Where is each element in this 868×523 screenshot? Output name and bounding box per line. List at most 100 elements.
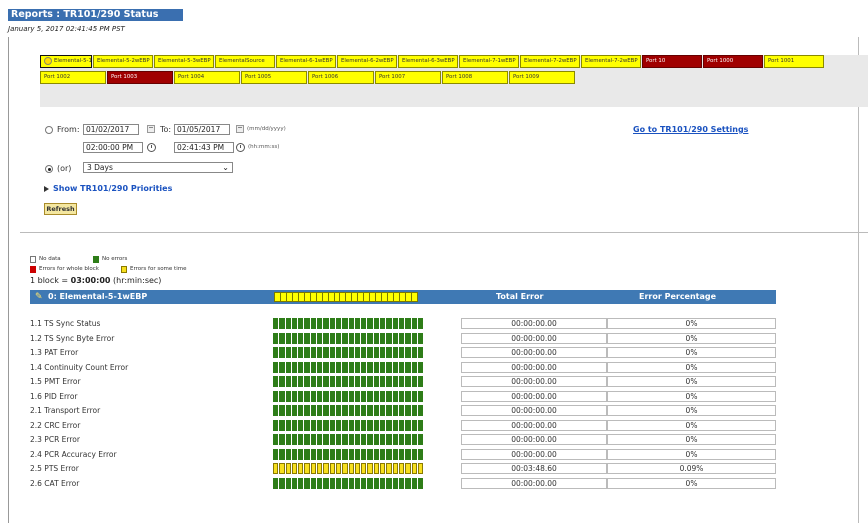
timeline-block[interactable] (304, 448, 310, 460)
timeline-block[interactable] (291, 463, 298, 474)
timeline-block[interactable] (380, 419, 386, 431)
timeline-block[interactable] (398, 434, 405, 445)
timeline-block[interactable] (273, 405, 279, 416)
timeline-block[interactable] (405, 477, 411, 489)
timeline-block[interactable] (310, 463, 317, 474)
from-time-input[interactable]: 02:00:00 PM (83, 142, 143, 153)
stream-chip[interactable]: Elemental-7-2wEBP (581, 55, 641, 68)
timeline-block[interactable] (392, 390, 398, 402)
timeline-block[interactable] (405, 463, 411, 474)
timeline-block[interactable] (317, 390, 323, 402)
timeline-block[interactable] (317, 463, 323, 474)
timeline-block[interactable] (417, 390, 424, 402)
timeline-block[interactable] (392, 332, 398, 344)
timeline-block[interactable] (329, 448, 335, 460)
timeline-block[interactable] (398, 477, 405, 489)
timeline-block[interactable] (373, 405, 380, 416)
timeline-block[interactable] (354, 332, 361, 344)
timeline-block[interactable] (373, 477, 380, 489)
priorities-link[interactable]: Show TR101/290 Priorities (53, 184, 172, 193)
timeline-block[interactable] (367, 477, 373, 489)
timeline-block[interactable] (373, 448, 380, 460)
timeline-block[interactable] (398, 419, 405, 431)
timeline-block[interactable] (417, 347, 424, 358)
timeline-block[interactable] (386, 477, 392, 489)
timeline-block[interactable] (405, 361, 411, 373)
timeline-block[interactable] (380, 477, 386, 489)
timeline-block[interactable] (298, 376, 304, 387)
timeline-block[interactable] (386, 434, 392, 445)
timeline-block[interactable] (279, 390, 285, 402)
timeline-block[interactable] (323, 405, 329, 416)
timeline-block[interactable] (317, 376, 323, 387)
range-radio[interactable] (45, 126, 53, 134)
timeline-block[interactable] (373, 332, 380, 344)
timeline-block[interactable] (291, 477, 298, 489)
timeline-block[interactable] (417, 434, 424, 445)
timeline-block[interactable] (398, 332, 405, 344)
timeline-block[interactable] (348, 332, 354, 344)
timeline-block[interactable] (291, 361, 298, 373)
timeline-block[interactable] (310, 361, 317, 373)
timeline-block[interactable] (417, 376, 424, 387)
timeline-block[interactable] (285, 347, 291, 358)
timeline-block[interactable] (392, 463, 398, 474)
timeline-block[interactable] (348, 361, 354, 373)
timeline-block[interactable] (411, 463, 417, 474)
timeline-block[interactable] (411, 332, 417, 344)
timeline-block[interactable] (291, 434, 298, 445)
from-clock-icon[interactable] (147, 143, 156, 152)
timeline-block[interactable] (354, 463, 361, 474)
timeline-block[interactable] (342, 332, 348, 344)
timeline-block[interactable] (285, 419, 291, 431)
timeline-block[interactable] (291, 347, 298, 358)
timeline-block[interactable] (298, 318, 304, 329)
stream-chip[interactable]: Elemental-5-2wEBP (93, 55, 153, 68)
to-date-input[interactable]: 01/05/2017 (174, 124, 230, 135)
timeline-block[interactable] (285, 463, 291, 474)
timeline-block[interactable] (398, 376, 405, 387)
timeline-block[interactable] (380, 361, 386, 373)
timeline-block[interactable] (367, 419, 373, 431)
timeline-block[interactable] (291, 390, 298, 402)
timeline-block[interactable] (405, 390, 411, 402)
timeline-block[interactable] (348, 376, 354, 387)
timeline-block[interactable] (405, 318, 411, 329)
timeline-block[interactable] (279, 405, 285, 416)
stream-chip[interactable]: Elemental-6-3wEBP (398, 55, 458, 68)
timeline-block[interactable] (361, 448, 367, 460)
timeline-block[interactable] (417, 477, 424, 489)
timeline-block[interactable] (405, 419, 411, 431)
timeline-block[interactable] (335, 332, 342, 344)
timeline-block[interactable] (335, 318, 342, 329)
timeline-block[interactable] (354, 419, 361, 431)
timeline-block[interactable] (317, 419, 323, 431)
timeline-block[interactable] (279, 318, 285, 329)
timeline-block[interactable] (386, 390, 392, 402)
stream-chip[interactable]: Port 1000 (703, 55, 763, 68)
timeline-block[interactable] (367, 463, 373, 474)
timeline-block[interactable] (335, 405, 342, 416)
timeline-block[interactable] (335, 448, 342, 460)
timeline-block[interactable] (329, 347, 335, 358)
timeline-block[interactable] (304, 405, 310, 416)
timeline-block[interactable] (380, 318, 386, 329)
timeline-block[interactable] (323, 318, 329, 329)
timeline-block[interactable] (361, 405, 367, 416)
stream-chip[interactable]: Port 1003 (107, 71, 173, 84)
timeline-block[interactable] (411, 419, 417, 431)
timeline-block[interactable] (273, 332, 279, 344)
settings-link[interactable]: Go to TR101/290 Settings (633, 125, 748, 134)
timeline-block[interactable] (298, 390, 304, 402)
timeline-block[interactable] (348, 477, 354, 489)
timeline-block[interactable] (279, 332, 285, 344)
timeline-block[interactable] (273, 390, 279, 402)
timeline-block[interactable] (417, 332, 424, 344)
period-radio[interactable] (45, 165, 53, 173)
timeline-block[interactable] (392, 448, 398, 460)
timeline-block[interactable] (373, 434, 380, 445)
timeline-block[interactable] (323, 361, 329, 373)
timeline-block[interactable] (398, 347, 405, 358)
timeline-block[interactable] (342, 448, 348, 460)
timeline-block[interactable] (298, 361, 304, 373)
